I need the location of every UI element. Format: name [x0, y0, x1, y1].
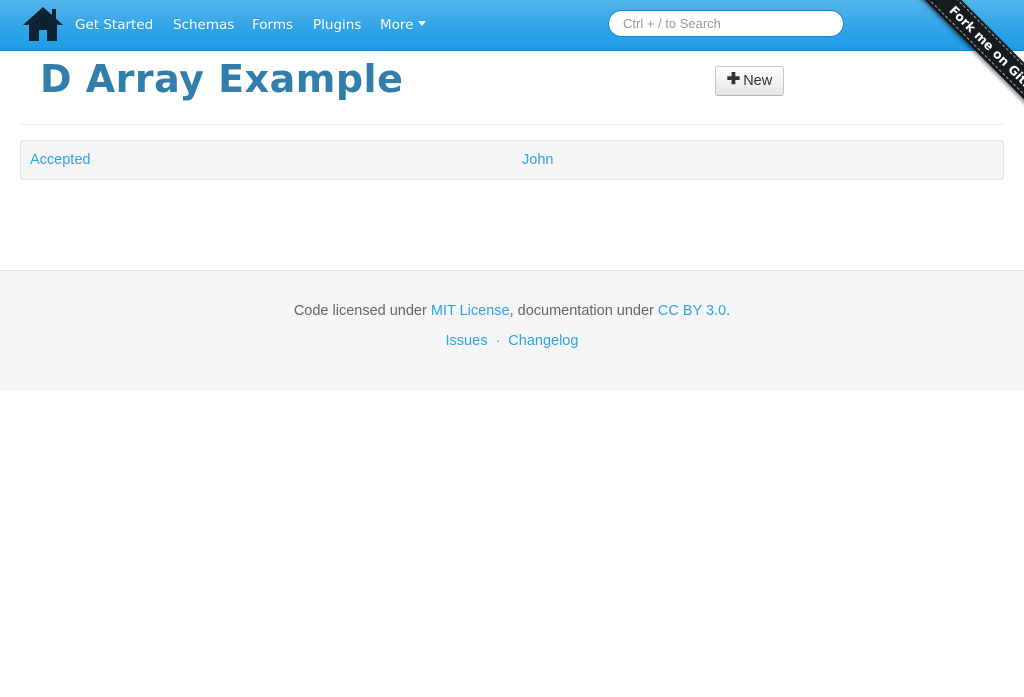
footer-license-middle: , documentation under: [509, 303, 658, 319]
page-title: D Array Example: [40, 57, 404, 101]
top-navbar: Get Started Schemas Forms Plugins More: [0, 0, 1024, 51]
caret-down-icon: [418, 20, 427, 26]
footer-links-line: Issues · Changelog: [0, 333, 1024, 349]
nav-schemas[interactable]: Schemas: [173, 17, 234, 33]
new-button[interactable]: ✚ New: [715, 66, 784, 96]
issues-link[interactable]: Issues: [446, 333, 488, 349]
nav-plugins[interactable]: Plugins: [313, 17, 361, 33]
list-item-name-link[interactable]: John: [522, 152, 553, 168]
home-icon[interactable]: [21, 5, 65, 43]
footer-license-suffix: .: [726, 303, 731, 319]
header-divider: [20, 124, 1004, 125]
footer-separator: ·: [495, 333, 501, 349]
list-item-status-link[interactable]: Accepted: [30, 152, 90, 168]
list-item: Accepted John: [20, 140, 1004, 180]
footer-license-line: Code licensed under MIT License, documen…: [0, 303, 1024, 319]
mit-license-link[interactable]: MIT License: [431, 303, 510, 319]
changelog-link[interactable]: Changelog: [508, 333, 578, 349]
nav-more-label: More: [380, 17, 414, 33]
nav-more-dropdown[interactable]: More: [380, 17, 427, 33]
footer: Code licensed under MIT License, documen…: [0, 270, 1024, 391]
plus-icon: ✚: [726, 71, 741, 88]
footer-license-prefix: Code licensed under: [293, 303, 431, 319]
search-input[interactable]: [608, 10, 844, 37]
new-button-label: New: [743, 73, 773, 89]
cc-by-link[interactable]: CC BY 3.0: [658, 303, 726, 319]
nav-forms[interactable]: Forms: [252, 17, 293, 33]
nav-get-started[interactable]: Get Started: [75, 17, 153, 33]
